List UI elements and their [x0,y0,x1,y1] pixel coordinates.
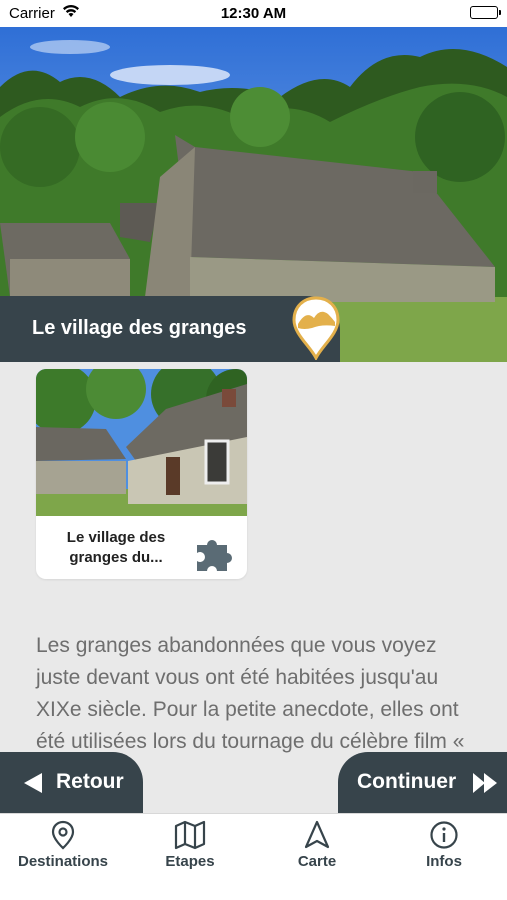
clock: 12:30 AM [220,5,287,22]
tab-label: Infos [426,853,462,870]
title-banner: Le village des granges [0,296,340,362]
tab-bar: Destinations Etapes Carte Infos [0,813,507,900]
map-pin-icon [0,820,126,850]
continue-button[interactable]: Continuer [338,752,507,813]
step-card[interactable]: Le village des granges du... [36,369,247,579]
card-title: Le village des granges du... [66,529,166,566]
tab-infos[interactable]: Infos [381,814,507,900]
puzzle-icon [197,540,232,571]
battery-icon [470,6,501,19]
back-button-label: Retour [56,770,124,793]
page-title: Le village des granges [32,317,247,339]
tab-destinations[interactable]: Destinations [0,814,126,900]
tab-etapes[interactable]: Etapes [127,814,253,900]
back-arrow-icon [24,773,42,793]
tab-carte[interactable]: Carte [254,814,380,900]
tab-label: Carte [297,853,337,870]
tab-label: Etapes [165,853,215,870]
app-screen: Carrier 12:30 AM Le village des granges … [0,0,507,900]
tab-label: Destinations [17,853,108,870]
navigation-icon [254,820,380,850]
map-icon [127,820,253,850]
info-icon [381,820,507,850]
back-button[interactable]: Retour [0,752,143,813]
card-photo [36,369,247,516]
status-bar: Carrier 12:30 AM [0,0,507,27]
content-area: Le village des granges du... Les granges… [0,362,507,814]
fast-forward-icon [473,773,497,793]
location-pin-icon [292,296,340,362]
continue-button-label: Continuer [357,770,457,793]
